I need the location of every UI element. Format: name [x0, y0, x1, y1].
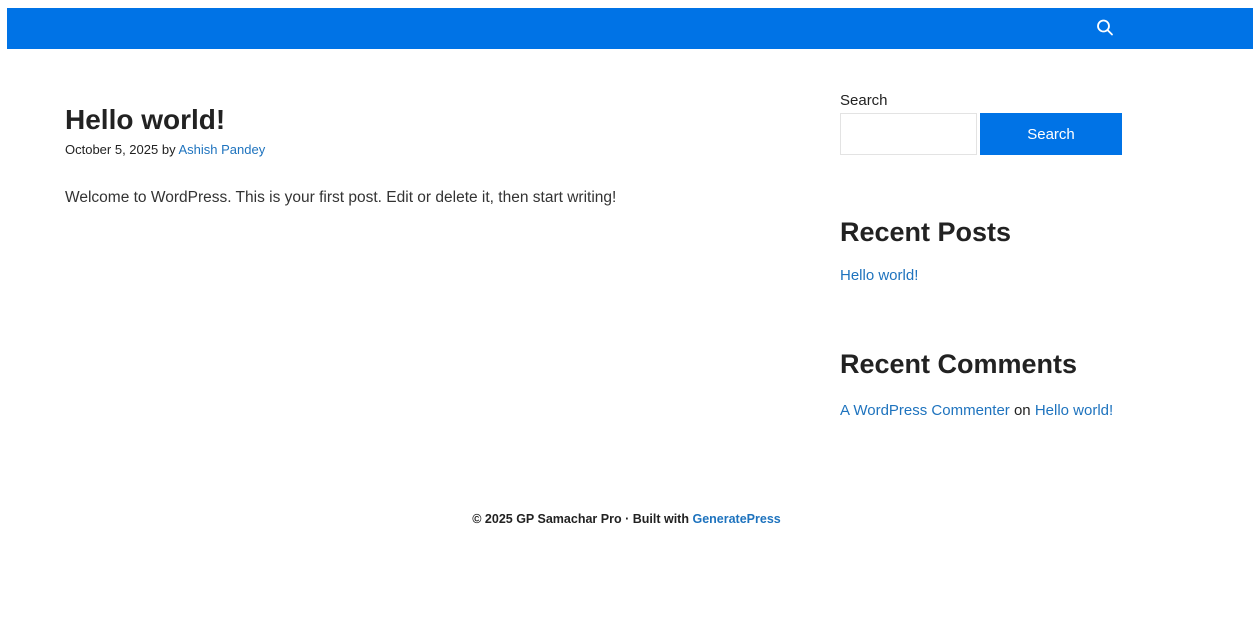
- site-footer: © 2025 GP Samachar Pro · Built with Gene…: [0, 512, 1253, 526]
- search-button[interactable]: Search: [980, 113, 1122, 155]
- recent-posts-title: Recent Posts: [840, 217, 1012, 247]
- post-title[interactable]: Hello world!: [65, 102, 785, 138]
- post-by-label: by: [161, 142, 176, 157]
- recent-comment-item: A WordPress Commenter on Hello world!: [840, 398, 1120, 424]
- post-date: October 5, 2025: [65, 142, 159, 157]
- post-meta: October 5, 2025 by Ashish Pandey: [65, 142, 785, 157]
- post-article: Hello world! October 5, 2025 by Ashish P…: [65, 102, 785, 207]
- post-author-link[interactable]: Ashish Pandey: [179, 142, 266, 157]
- search-input[interactable]: [840, 113, 977, 155]
- footer-copyright: © 2025 GP Samachar Pro: [472, 512, 622, 526]
- recent-post-link[interactable]: Hello world!: [840, 267, 918, 284]
- comment-author-link[interactable]: A WordPress Commenter: [840, 402, 1010, 419]
- search-widget-label: Search: [840, 92, 888, 109]
- comment-on-label: on: [1013, 402, 1031, 419]
- footer-built-with: Built with: [632, 512, 689, 526]
- search-icon[interactable]: [1093, 16, 1117, 40]
- footer-theme-link[interactable]: GeneratePress: [692, 512, 780, 526]
- sidebar: Search Search Recent Posts Hello world! …: [840, 92, 1130, 419]
- comment-post-link[interactable]: Hello world!: [1035, 402, 1113, 419]
- recent-comments-title: Recent Comments: [840, 349, 1078, 379]
- search-widget: Search: [840, 113, 1130, 155]
- top-navigation-bar: [7, 8, 1253, 49]
- recent-post-item: Hello world!: [840, 267, 918, 284]
- post-content: Welcome to WordPress. This is your first…: [65, 189, 617, 206]
- footer-separator: ·: [625, 512, 630, 526]
